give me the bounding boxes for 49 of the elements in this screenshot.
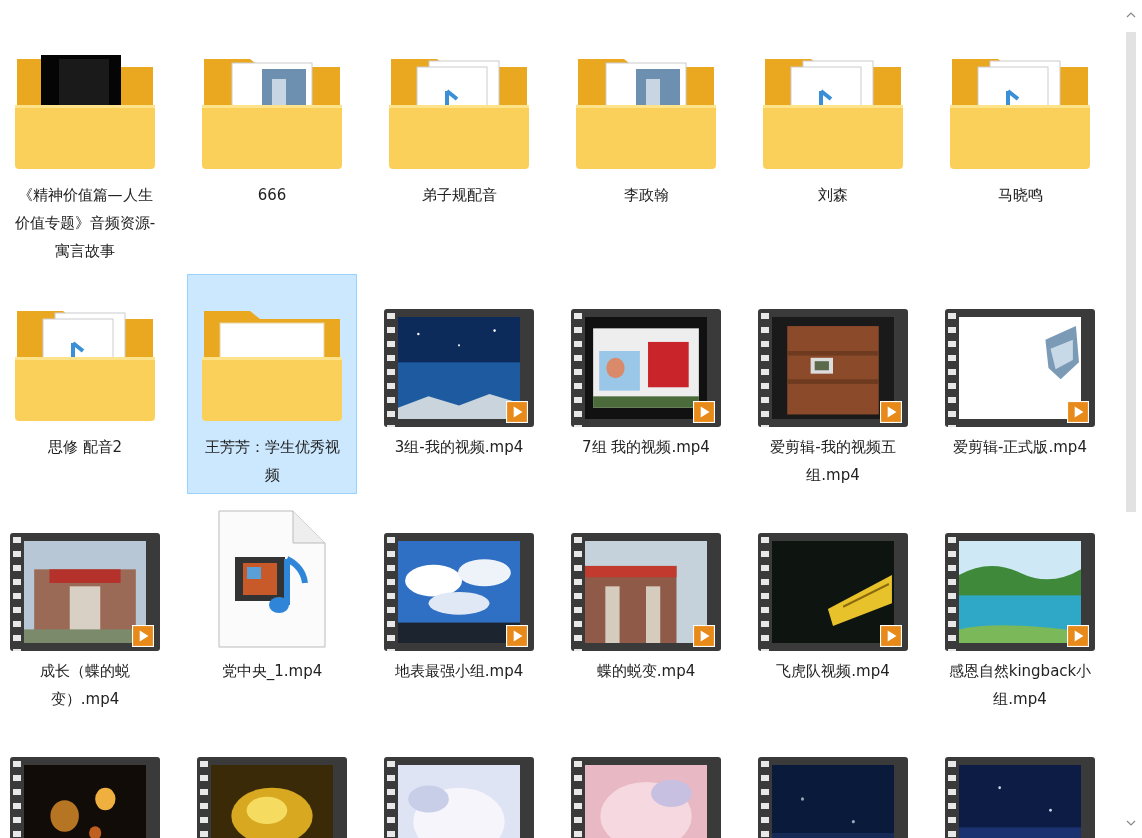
- play-badge-icon: [506, 401, 528, 423]
- play-badge-icon: [1067, 625, 1089, 647]
- scroll-up-icon[interactable]: [1126, 12, 1136, 18]
- play-badge-icon: [693, 625, 715, 647]
- file-name: 爱剪辑-我的视频五组.mp4: [769, 437, 897, 486]
- file-name: 成长（蝶的蜕变）.mp4: [39, 661, 131, 710]
- file-tile[interactable]: 思修 配音2: [0, 274, 170, 466]
- file-name: 666: [256, 185, 288, 206]
- file-tile[interactable]: 感恩自然kingback小组.mp4: [935, 498, 1105, 718]
- file-tile[interactable]: 党中央_1.mp4: [187, 498, 357, 690]
- scroll-thumb[interactable]: [1126, 32, 1136, 512]
- play-badge-icon: [693, 401, 715, 423]
- file-name: 党中央_1.mp4: [220, 661, 324, 682]
- file-name: 马晓鸣: [996, 185, 1044, 206]
- file-name: 飞虎队视频.mp4: [775, 661, 891, 682]
- file-name: 3组-我的视频.mp4: [393, 437, 525, 458]
- play-badge-icon: [880, 401, 902, 423]
- file-tile[interactable]: 飞虎队视频.mp4: [748, 498, 918, 690]
- play-badge-icon: [506, 625, 528, 647]
- scroll-down-icon[interactable]: [1126, 820, 1136, 826]
- file-tile[interactable]: 王芳芳：学生优秀视频: [187, 274, 357, 494]
- file-name: 7组 我的视频.mp4: [581, 437, 711, 458]
- file-tile[interactable]: 地表最强小组.mp4: [374, 498, 544, 690]
- file-name: 刘森: [817, 185, 849, 206]
- play-badge-icon: [1067, 401, 1089, 423]
- file-name: 蝶的蜕变.mp4: [595, 661, 697, 682]
- file-tile[interactable]: 蝶的蜕变.mp4: [561, 498, 731, 690]
- file-name: 思修 配音2: [46, 437, 124, 458]
- file-tile[interactable]: 7组 我的视频.mp4: [561, 274, 731, 466]
- file-tile[interactable]: 《精神价值篇—人生价值专题》音频资源-寓言故事: [0, 22, 170, 270]
- play-badge-icon: [880, 625, 902, 647]
- file-tile[interactable]: 3组-我的视频.mp4: [374, 274, 544, 466]
- file-name: 《精神价值篇—人生价值专题》音频资源-寓言故事: [13, 185, 157, 262]
- play-badge-icon: [132, 625, 154, 647]
- file-tile[interactable]: 马晓鸣: [935, 22, 1105, 214]
- file-tile[interactable]: 刘森: [748, 22, 918, 214]
- file-tile[interactable]: 爱剪辑-正式版.mp4: [935, 274, 1105, 466]
- file-name: 地表最强小组.mp4: [393, 661, 525, 682]
- file-name: 李政翰: [622, 185, 670, 206]
- file-tile[interactable]: 爱剪辑-我的视频五组.mp4: [748, 274, 918, 494]
- file-name: 感恩自然kingback小组.mp4: [947, 661, 1093, 710]
- file-tile[interactable]: 成长（蝶的蜕变）.mp4: [0, 498, 170, 718]
- file-tile[interactable]: 李政翰: [561, 22, 731, 214]
- file-tile[interactable]: 666: [187, 22, 357, 214]
- media-file-icon: [217, 509, 327, 649]
- file-name: 爱剪辑-正式版.mp4: [952, 437, 1088, 458]
- file-tile[interactable]: 弟子规配音: [374, 22, 544, 214]
- file-name: 弟子规配音: [420, 185, 498, 206]
- file-name: 王芳芳：学生优秀视频: [203, 437, 341, 486]
